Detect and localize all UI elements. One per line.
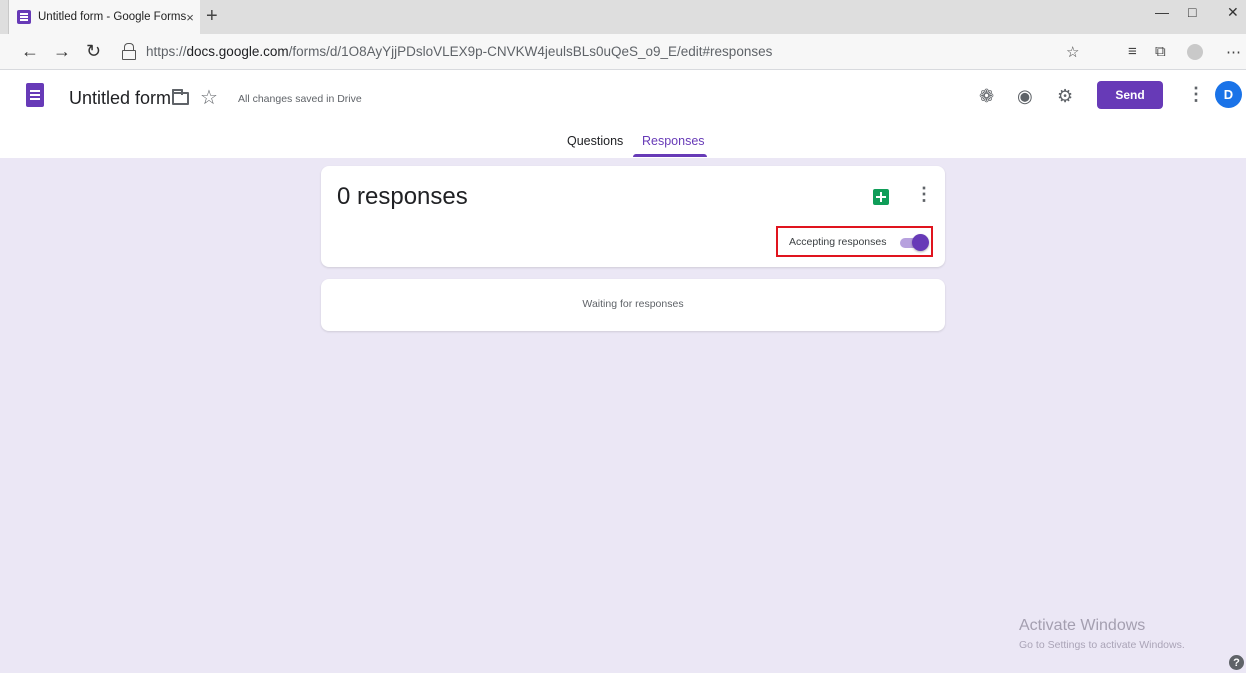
main-content: 0 responses ⋮ Accepting responses Waitin… <box>0 158 1246 673</box>
activate-windows-title: Activate Windows <box>1019 617 1146 634</box>
forms-header: Untitled form ☆ All changes saved in Dri… <box>0 70 1246 158</box>
forms-logo-icon[interactable] <box>26 83 44 107</box>
waiting-message: Waiting for responses <box>582 298 684 310</box>
forms-favicon-icon <box>17 10 31 24</box>
accepting-responses-highlight: Accepting responses <box>776 226 933 257</box>
more-options-icon[interactable]: ⋮ <box>915 184 933 205</box>
accepting-responses-toggle[interactable] <box>898 234 929 251</box>
form-title[interactable]: Untitled form <box>69 88 171 109</box>
browser-tab-title: Untitled form - Google Forms <box>38 11 187 23</box>
saved-status: All changes saved in Drive <box>238 93 362 105</box>
sheets-icon[interactable] <box>873 189 889 205</box>
lock-icon <box>122 43 136 60</box>
minimize-icon[interactable]: — <box>1155 4 1169 20</box>
toggle-thumb <box>912 234 929 251</box>
accepting-responses-label: Accepting responses <box>789 236 887 248</box>
help-icon[interactable]: ? <box>1229 655 1244 670</box>
back-arrow-icon[interactable]: ← <box>21 41 39 61</box>
responses-count: 0 responses <box>337 183 468 210</box>
profile-icon[interactable] <box>1187 44 1203 60</box>
tab-questions[interactable]: Questions <box>567 134 623 148</box>
star-icon[interactable]: ☆ <box>200 85 218 110</box>
star-icon[interactable]: ☆ <box>1066 43 1079 61</box>
url-prefix: https:// <box>146 44 187 59</box>
browser-tab-strip: Untitled form - Google Forms × + — □ ✕ <box>0 0 1246 34</box>
browser-navbar: ← → ↻ https://docs.google.com/forms/d/1O… <box>0 34 1246 70</box>
close-window-icon[interactable]: ✕ <box>1227 4 1239 21</box>
collections-icon[interactable]: ⧉ <box>1155 43 1166 60</box>
folder-icon[interactable] <box>172 89 189 105</box>
more-options-icon[interactable]: ⋮ <box>1187 84 1205 105</box>
active-tab-indicator <box>633 154 707 157</box>
activate-windows-subtitle: Go to Settings to activate Windows. <box>1019 639 1185 651</box>
url-host: docs.google.com <box>186 44 289 59</box>
forward-arrow-icon[interactable]: → <box>53 41 71 61</box>
favorites-icon[interactable]: ≡ <box>1128 43 1137 60</box>
new-tab-button[interactable]: + <box>206 6 218 26</box>
settings-gear-icon[interactable]: ⚙ <box>1057 86 1073 107</box>
close-tab-icon[interactable]: × <box>186 10 194 25</box>
waiting-card: Waiting for responses <box>321 279 945 331</box>
address-bar[interactable]: https://docs.google.com/forms/d/1O8AyYjj… <box>146 44 772 59</box>
preview-eye-icon[interactable]: ◉ <box>1017 86 1033 107</box>
url-path: /forms/d/1O8AyYjjPDsloVLEX9p-CNVKW4jeuls… <box>288 44 773 59</box>
avatar[interactable]: D <box>1215 81 1242 108</box>
browser-tab[interactable]: Untitled form - Google Forms × <box>8 0 200 34</box>
maximize-icon[interactable]: □ <box>1188 4 1196 20</box>
refresh-icon[interactable]: ↻ <box>86 41 101 61</box>
send-button[interactable]: Send <box>1097 81 1163 109</box>
palette-icon[interactable]: ❁ <box>979 86 994 107</box>
more-icon[interactable]: ⋯ <box>1226 43 1241 61</box>
responses-summary-card: 0 responses ⋮ Accepting responses <box>321 166 945 267</box>
tab-responses[interactable]: Responses <box>642 134 705 148</box>
